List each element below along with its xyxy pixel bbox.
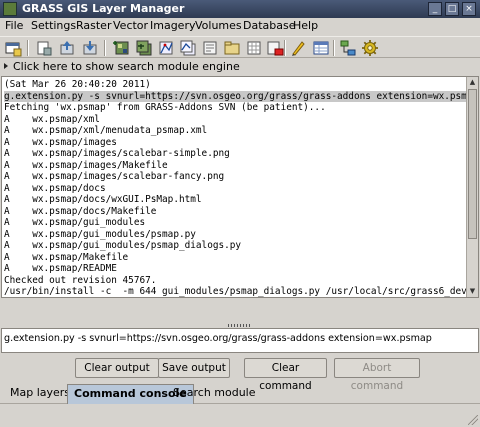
resize-grip-icon[interactable] [468,415,478,425]
command-input[interactable] [4,333,474,344]
start-workspace-icon[interactable] [35,39,53,57]
tab-map-layers[interactable]: Map layers [4,384,76,404]
grass-app-icon [3,2,17,16]
output-line: A wx.psmap/images/Makefile [4,159,168,171]
save-workspace-icon[interactable] [81,39,99,57]
output-line: A wx.psmap/gui_modules [4,217,146,228]
output-line: A wx.psmap/xml/menudata_psmap.xml [4,125,208,136]
command-input-box[interactable] [1,328,479,353]
add-multiple-rasters-icon[interactable] [135,39,153,57]
output-line: (Sat Mar 26 20:40:20 2011) [4,79,151,90]
add-group-icon[interactable] [223,39,241,57]
output-vertical-scrollbar[interactable]: ▲ ▼ [466,77,478,297]
menu-bar: File Settings Raster Vector Imagery Volu… [0,18,480,35]
search-module-expander[interactable]: Click here to show search module engine [0,59,480,75]
output-line: Fetching 'wx.psmap' from GRASS-Addons SV… [4,102,326,113]
open-workspace-icon[interactable] [58,39,76,57]
minimize-button[interactable]: _ [428,2,442,16]
add-raster-icon[interactable] [113,39,131,57]
add-vector-icon[interactable] [157,39,175,57]
toolbar-separator [104,40,106,56]
toolbar-separator [27,40,29,56]
title-bar: GRASS GIS Layer Manager _ □ × [0,0,480,18]
settings-icon[interactable] [361,39,379,57]
tab-search-module[interactable]: Search module [167,384,262,404]
output-line: A wx.psmap/README [4,263,117,274]
output-line: A wx.psmap/images/scalebar-simple.png [4,148,230,159]
toolbar-separator [333,40,335,56]
clear-command-button[interactable]: Clear command [244,358,327,392]
scroll-thumb[interactable] [468,89,477,239]
attribute-table-icon[interactable] [312,39,330,57]
output-line: Checked out revision 45767. [4,274,157,286]
output-lines: (Sat Mar 26 20:40:20 2011) g.extension.py… [4,79,466,297]
menu-file[interactable]: File [5,18,23,35]
toolbar-separator [284,40,286,56]
modeler-icon[interactable] [339,39,357,57]
remove-layer-icon[interactable] [266,39,284,57]
output-line: g.extension.py -s svnurl=https://svn.osg… [4,90,466,102]
clear-output-button[interactable]: Clear output [75,358,159,378]
menu-volumes[interactable]: Volumes [195,18,242,35]
scroll-up-icon[interactable]: ▲ [467,77,478,88]
menu-raster[interactable]: Raster [76,18,111,35]
add-overlay-icon[interactable] [201,39,219,57]
menu-database[interactable]: Database [243,18,296,35]
save-output-button[interactable]: Save output [158,358,230,378]
notebook-tabs: Map layers Command console Search module [0,384,480,404]
status-bar [0,412,480,427]
output-line: A wx.psmap/xml [4,113,100,125]
output-line: A wx.psmap/images/scalebar-fancy.png [4,171,225,182]
add-multiple-vectors-icon[interactable] [179,39,197,57]
output-line: A wx.psmap/docs [4,182,106,194]
menu-imagery[interactable]: Imagery [150,18,195,35]
output-line: A wx.psmap/gui_modules/psmap.py [4,228,196,240]
window-title: GRASS GIS Layer Manager [22,2,185,15]
abort-command-button[interactable]: Abort command [334,358,420,392]
close-button[interactable]: × [462,2,476,16]
splitter-grip[interactable] [228,324,252,327]
output-line: A wx.psmap/docs/wxGUI.PsMap.html [4,194,202,205]
menu-help[interactable]: Help [293,18,318,35]
output-line: /usr/bin/install -c -m 644 gui_modules/p… [4,286,466,297]
output-line: A wx.psmap/docs/Makefile [4,205,157,217]
menu-settings[interactable]: Settings [31,18,76,35]
output-line: A wx.psmap/Makefile [4,251,129,263]
menu-vector[interactable]: Vector [113,18,148,35]
scroll-down-icon[interactable]: ▼ [467,286,478,297]
expand-triangle-icon [4,63,8,69]
search-module-label: Click here to show search module engine [13,60,240,73]
command-output-pane[interactable]: (Sat Mar 26 20:40:20 2011) g.extension.py… [1,76,479,298]
new-display-icon[interactable] [4,39,22,57]
output-line: A wx.psmap/images [4,136,117,148]
maximize-button[interactable]: □ [445,2,459,16]
toolbar [0,36,480,58]
digitizer-icon[interactable] [289,39,307,57]
output-line: A wx.psmap/gui_modules/psmap_dialogs.py [4,240,242,251]
add-grid-icon[interactable] [245,39,263,57]
